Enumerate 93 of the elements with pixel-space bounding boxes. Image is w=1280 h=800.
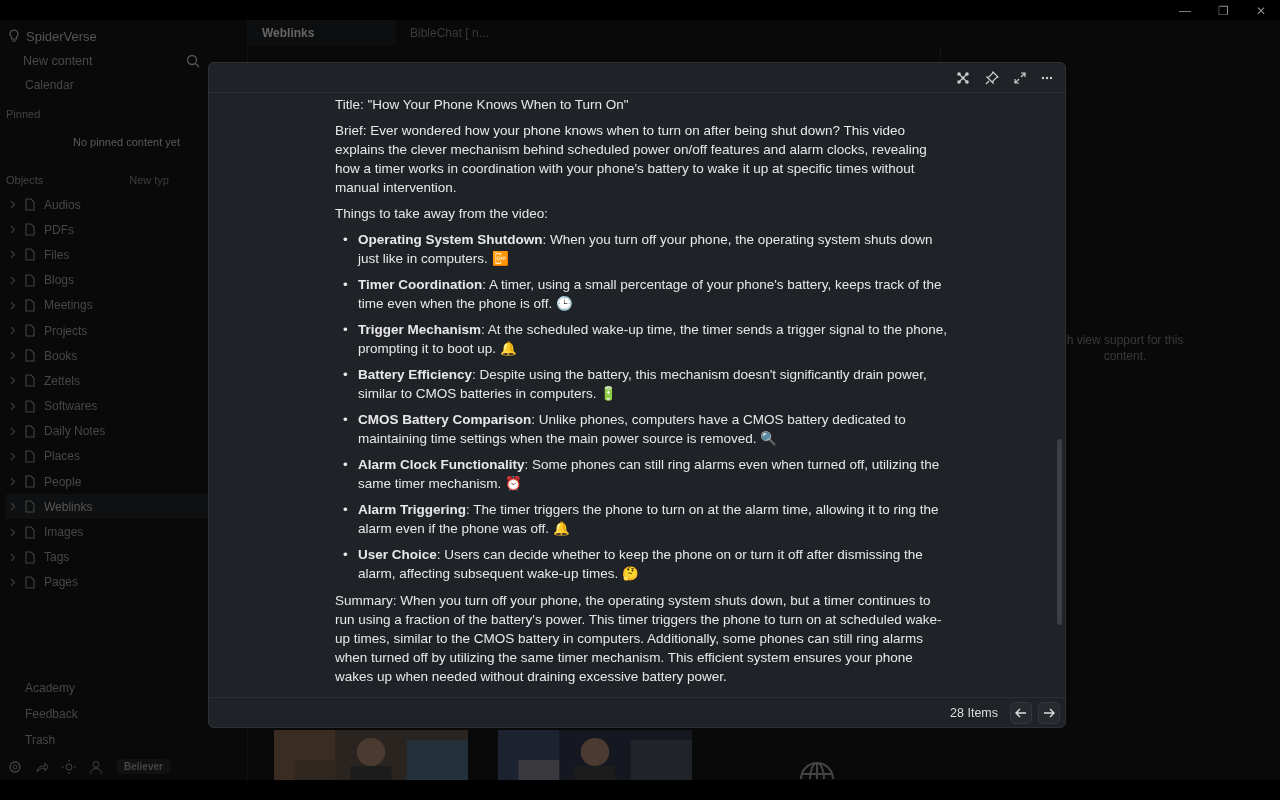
list-item-text: Timer Coordination: A timer, using a small percentage of your phone's battery, keeps track of the time even when the phone is off. 🕒 [358,276,943,313]
chevron-icon [10,527,16,537]
chevron-icon [10,200,16,210]
chevron-icon [10,451,16,461]
chevron-icon [10,225,16,235]
item-count: 28 Items [950,705,998,720]
document-icon [24,298,36,312]
tab[interactable]: Weblinks [248,20,396,46]
document-icon [24,374,36,388]
scrollbar[interactable] [1057,439,1062,625]
document-icon [24,223,36,237]
paragraph: Brief: Ever wondered how your phone knows when to turn on after being shut down? This video explains the clever mechanism behind scheduled power on/off features and alarm clocks, revealing how a timer works in coordination with your phone's battery to wake it up at specific times without manual intervention. [335,122,928,197]
bullet: • [343,546,349,564]
document-icon [24,399,36,413]
chevron-icon [10,477,16,487]
next-button[interactable] [1038,701,1060,724]
search-icon[interactable] [186,54,200,68]
object-type-item[interactable]: Tags [6,544,241,570]
empty-message: No pinned content yet [73,136,180,148]
object-type-item[interactable]: Daily Notes [6,418,241,444]
expand-icon[interactable] [1014,71,1026,84]
lightbulb-icon [8,29,20,43]
window-control[interactable]: ❐ [1204,4,1242,18]
list-item-text: Alarm Clock Functionality: Some phones can still ring alarms even when turned off, utilizing the same timer mechanism. ⏰ [358,456,941,493]
list-item-text: Operating System Shutdown: When you turn off your phone, the operating system shuts down just like in computers. 📴 [358,231,934,268]
object-type-item[interactable]: Images [6,519,241,545]
object-type-item[interactable]: Projects [6,317,241,344]
list-item-text: CMOS Battery Comparison: Unlike phones, computers have a CMOS battery dedicated to maintaining time settings when the main power source is removed. 🔍 [358,411,907,448]
document-icon [24,424,36,438]
list-item-text: User Choice: Users can decide whether to keep the phone on or turn it off after dismissing the alarm, affecting subsequent wake-up times. 🤔 [358,546,924,583]
chevron-icon [10,300,16,310]
object-type-item[interactable]: Meetings [6,292,241,318]
object-type-item[interactable]: Zettels [6,368,241,394]
sidebar-link[interactable]: Trash [6,727,58,753]
chevron-icon [10,502,16,512]
object-type-item[interactable]: Softwares [6,393,241,419]
chevron-icon [10,351,16,361]
document-icon [24,525,36,539]
object-type-item[interactable]: Places [6,443,241,470]
list-item-text: Alarm Triggering: The timer triggers the phone to turn on at the alarm time, allowing it to ring the alarm even if the phone was off. 🔔 [358,501,940,538]
document-icon [24,198,36,212]
window-control[interactable]: ✕ [1242,4,1280,18]
chevron-icon [10,250,16,260]
bullet: • [343,501,349,519]
calendar-link[interactable]: Calendar [6,72,76,98]
sidebar-link[interactable]: Feedback [6,701,80,727]
chevron-icon [10,552,16,562]
document-icon [24,500,36,514]
arrow-right-icon [1043,707,1055,718]
object-type-item[interactable]: People [6,469,241,495]
pin-icon[interactable] [985,70,999,85]
section-heading: Objects [6,174,44,186]
chevron-icon [10,326,16,336]
new-content-button[interactable]: New content [6,50,178,72]
document-icon [24,475,36,489]
arrow-left-icon [1015,707,1027,718]
chevron-icon [10,275,16,285]
chevron-icon [10,426,16,436]
paragraph: Things to take away from the video: [335,205,550,223]
object-type-item[interactable]: Files [6,242,241,268]
document-icon [24,449,36,463]
document-icon [24,248,36,262]
bullet: • [343,321,349,339]
chevron-icon [10,401,16,411]
object-type-item[interactable]: Pages [6,569,241,595]
section-heading: Pinned [6,108,41,120]
document-icon [24,273,36,287]
previous-button[interactable] [1010,701,1032,724]
bullet: • [343,276,349,294]
list-item-text: Trigger Mechanism: At the scheduled wake-up time, the timer sends a trigger signal to the phone, prompting it to boot up. 🔔 [358,321,949,358]
document-icon [24,324,36,338]
document-icon [24,550,36,564]
object-type-item[interactable]: Books [6,343,241,369]
chevron-icon [10,577,16,587]
object-type-item[interactable]: PDFs [6,217,241,243]
list-item-text: Battery Efficiency: Despite using the battery, this mechanism doesn't significantly drain power, similar to CMOS batteries in computers. 🔋 [358,366,928,403]
object-type-item[interactable]: Blogs [6,267,241,293]
space-switcher[interactable]: SpiderVerse [8,28,97,44]
sidebar-link[interactable]: Academy [6,675,78,701]
bullet: • [343,366,349,384]
bullet: • [343,411,349,429]
graph-icon[interactable] [956,70,970,85]
paragraph: Title: "How Your Phone Knows When to Turn On" [335,96,630,114]
bullet: • [343,231,349,249]
object-type-item[interactable]: Audios [6,192,241,218]
more-icon[interactable] [1041,75,1053,80]
chevron-icon [10,376,16,386]
paragraph: Summary: When you turn off your phone, the operating system shuts down, but a timer continues to run using a fraction of the battery's power. This timer triggers the phone to turn on at scheduled wake-up times, similar to the CMOS battery in computers. Additionally, some phones can still ring alarms when turned off by utilizing the same timer mechanism. This efficient system ensures your phone wakes up when needed without draining excessive battery power. [335,592,943,686]
document-icon [24,349,36,363]
window-control[interactable]: — [1166,4,1204,18]
document-icon [24,575,36,589]
globe-icon [800,762,834,780]
bullet: • [343,456,349,474]
